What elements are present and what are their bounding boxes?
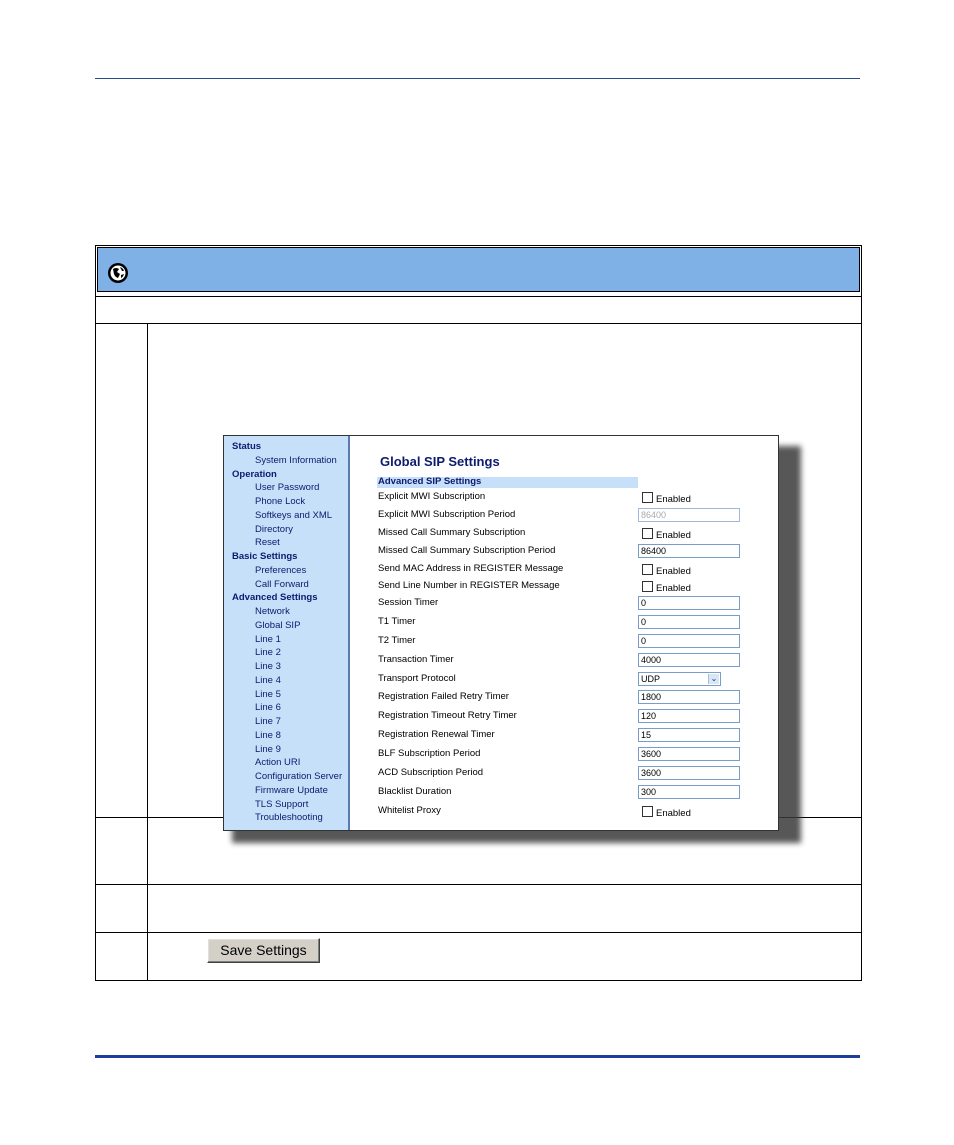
- sidebar-nav: Status System Information Operation User Pa…: [224, 436, 350, 830]
- sidebar-item-status[interactable]: Status: [232, 441, 261, 453]
- sidebar-item-tls-support[interactable]: TLS Support: [255, 799, 308, 811]
- field-label: T2 Timer: [378, 635, 416, 646]
- settings-content: Global SIP Settings Advanced SIP Setting…: [350, 436, 778, 830]
- text-input[interactable]: 120: [638, 709, 740, 723]
- text-input[interactable]: 0: [638, 634, 740, 648]
- sidebar-item-call-forward[interactable]: Call Forward: [255, 579, 309, 591]
- field-label: Registration Renewal Timer: [378, 729, 495, 740]
- global-sip-screenshot: Status System Information Operation User Pa…: [223, 435, 779, 831]
- field-label: Send MAC Address in REGISTER Message: [378, 563, 564, 574]
- sidebar-item-basic-settings[interactable]: Basic Settings: [232, 551, 297, 563]
- sidebar-item-line-6[interactable]: Line 6: [255, 702, 281, 714]
- chevron-down-icon[interactable]: ⌄: [708, 674, 719, 684]
- sidebar-item-reset[interactable]: Reset: [255, 537, 280, 549]
- sidebar-item-line-9[interactable]: Line 9: [255, 744, 281, 756]
- field-label: Send Line Number in REGISTER Message: [378, 580, 560, 591]
- procedure-table: Status System Information Operation User Pa…: [95, 245, 862, 981]
- field-label: Transaction Timer: [378, 654, 454, 665]
- field-label: Registration Timeout Retry Timer: [378, 710, 517, 721]
- checkbox-field[interactable]: Enabled: [642, 528, 691, 542]
- text-input[interactable]: 0: [638, 615, 740, 629]
- field-label: Registration Failed Retry Timer: [378, 691, 509, 702]
- checkbox[interactable]: [642, 528, 653, 539]
- text-input[interactable]: 15: [638, 728, 740, 742]
- sidebar-item-advanced-settings[interactable]: Advanced Settings: [232, 592, 318, 604]
- text-input[interactable]: 86400: [638, 544, 740, 558]
- sidebar-item-line-3[interactable]: Line 3: [255, 661, 281, 673]
- sidebar-item-action-uri[interactable]: Action URI: [255, 757, 300, 769]
- sidebar-item-phone-lock[interactable]: Phone Lock: [255, 496, 305, 508]
- step-row-4: Save Settings: [96, 933, 861, 981]
- checkbox-label: Enabled: [656, 530, 691, 541]
- transport-protocol-select[interactable]: UDP ⌄: [638, 672, 721, 686]
- sidebar-item-line-8[interactable]: Line 8: [255, 730, 281, 742]
- field-label: Missed Call Summary Subscription: [378, 527, 526, 538]
- text-input[interactable]: 3600: [638, 766, 740, 780]
- step-number-cell: [96, 818, 148, 884]
- globe-icon: [108, 263, 128, 283]
- field-label: Blacklist Duration: [378, 786, 452, 797]
- text-input[interactable]: 3600: [638, 747, 740, 761]
- select-value: UDP: [641, 674, 661, 684]
- step-row-3: [96, 885, 861, 933]
- text-input[interactable]: 0: [638, 596, 740, 610]
- sidebar-item-line-7[interactable]: Line 7: [255, 716, 281, 728]
- text-input[interactable]: 300: [638, 785, 740, 799]
- checkbox[interactable]: [642, 581, 653, 592]
- text-input[interactable]: 1800: [638, 690, 740, 704]
- checkbox[interactable]: [642, 564, 653, 575]
- save-settings-button[interactable]: Save Settings: [207, 938, 320, 963]
- field-label: Explicit MWI Subscription: [378, 491, 486, 502]
- sidebar-item-user-password[interactable]: User Password: [255, 482, 319, 494]
- sidebar-item-global-sip[interactable]: Global SIP: [255, 620, 300, 632]
- sidebar-item-configuration-server[interactable]: Configuration Server: [255, 771, 342, 783]
- text-input[interactable]: 4000: [638, 653, 740, 667]
- sidebar-item-directory[interactable]: Directory: [255, 524, 293, 536]
- field-label: Missed Call Summary Subscription Period: [378, 545, 556, 556]
- checkbox-label: Enabled: [656, 566, 691, 577]
- checkbox[interactable]: [642, 806, 653, 817]
- section-title: Advanced SIP Settings: [378, 476, 482, 487]
- page-title: Global SIP Settings: [380, 454, 500, 469]
- table-subheader: [96, 296, 861, 324]
- sidebar-item-line-1[interactable]: Line 1: [255, 634, 281, 646]
- sidebar-item-line-4[interactable]: Line 4: [255, 675, 281, 687]
- field-label: Transport Protocol: [378, 673, 456, 684]
- checkbox-label: Enabled: [656, 583, 691, 594]
- web-ui-header-bar: [97, 247, 860, 292]
- field-label: BLF Subscription Period: [378, 748, 481, 759]
- text-input: 86400: [638, 508, 740, 522]
- step-number-cell: [96, 885, 148, 932]
- sidebar-item-firmware-update[interactable]: Firmware Update: [255, 785, 328, 797]
- sidebar-item-system-information[interactable]: System Information: [255, 455, 337, 467]
- step-row-1: Status System Information Operation User Pa…: [96, 324, 861, 843]
- sidebar-item-preferences[interactable]: Preferences: [255, 565, 306, 577]
- checkbox[interactable]: [642, 492, 653, 503]
- field-label: ACD Subscription Period: [378, 767, 484, 778]
- checkbox-field[interactable]: Enabled: [642, 564, 691, 578]
- sidebar-item-softkeys-and-xml[interactable]: Softkeys and XML: [255, 510, 332, 522]
- sidebar-item-line-5[interactable]: Line 5: [255, 689, 281, 701]
- field-label: Explicit MWI Subscription Period: [378, 509, 516, 520]
- checkbox-field[interactable]: Enabled: [642, 492, 691, 506]
- field-label: Whitelist Proxy: [378, 805, 441, 816]
- checkbox-label: Enabled: [656, 494, 691, 505]
- top-rule: [95, 78, 860, 79]
- field-label: Session Timer: [378, 597, 439, 608]
- step-number-cell: [96, 324, 148, 817]
- sidebar-item-line-2[interactable]: Line 2: [255, 647, 281, 659]
- field-label: T1 Timer: [378, 616, 416, 627]
- bottom-rule: [95, 1055, 860, 1058]
- sidebar-item-operation[interactable]: Operation: [232, 469, 277, 481]
- step-number-cell: [96, 933, 148, 981]
- checkbox-field[interactable]: Enabled: [642, 581, 691, 595]
- sidebar-item-network[interactable]: Network: [255, 606, 290, 618]
- step-row-2: [96, 818, 861, 885]
